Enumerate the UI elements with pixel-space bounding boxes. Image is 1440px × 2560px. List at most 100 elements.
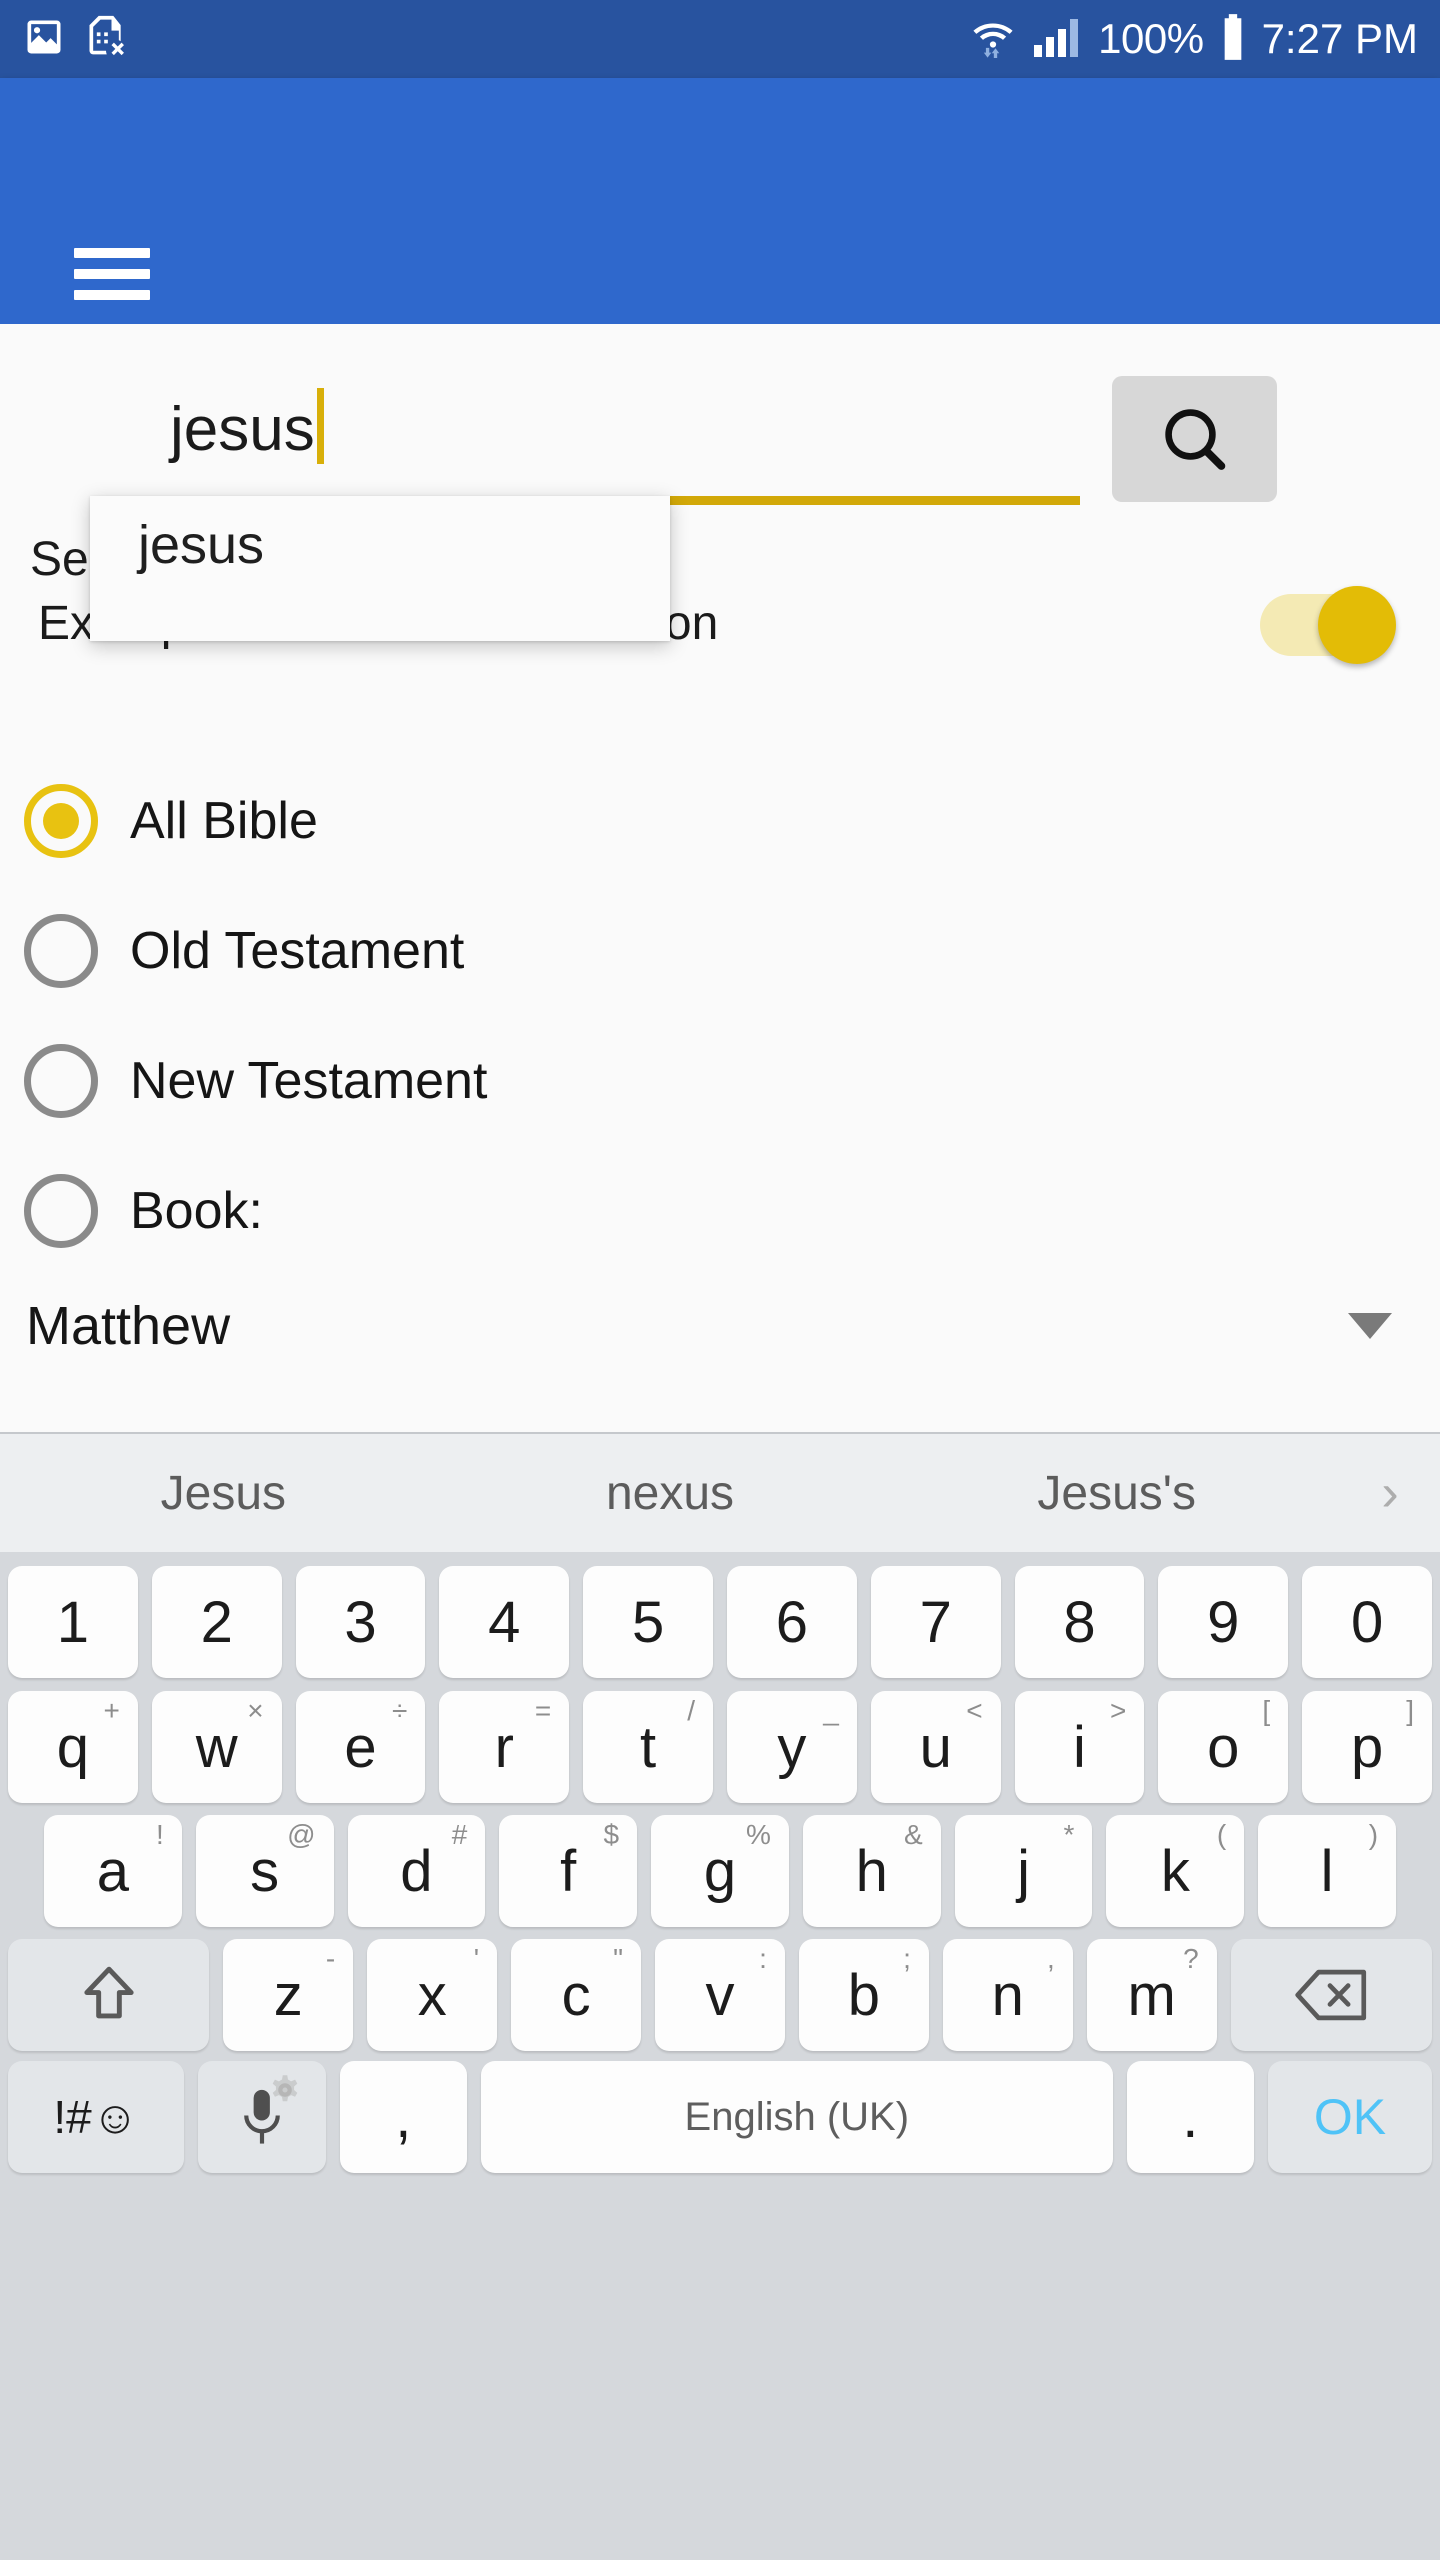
key-h[interactable]: & h bbox=[802, 1815, 941, 1927]
battery-full-icon bbox=[1218, 12, 1248, 67]
radio-new-testament[interactable]: New Testament bbox=[0, 1016, 1440, 1146]
key-alt: * bbox=[1063, 1819, 1075, 1850]
key-label: i bbox=[1073, 1714, 1086, 1780]
backspace-key[interactable] bbox=[1230, 1939, 1433, 2051]
chevron-right-icon[interactable]: › bbox=[1340, 1463, 1440, 1523]
book-select-value: Matthew bbox=[26, 1296, 231, 1356]
signal-bars-icon bbox=[1032, 12, 1084, 67]
suggestion-1[interactable]: Jesus bbox=[0, 1466, 447, 1521]
search-input-value: jesus bbox=[170, 395, 315, 464]
key-label: w bbox=[195, 1714, 238, 1780]
whole-word-toggle[interactable] bbox=[1260, 586, 1396, 664]
search-scope-radio-group: All Bible Old Testament New Testament Bo… bbox=[0, 756, 1440, 1276]
hamburger-menu-icon[interactable] bbox=[74, 248, 150, 300]
key-alt: ) bbox=[1368, 1819, 1379, 1850]
key-z[interactable]: -z bbox=[223, 1939, 354, 2051]
key-q[interactable]: + q bbox=[8, 1691, 138, 1803]
ok-key[interactable]: OK bbox=[1268, 2061, 1432, 2173]
suggestion-3[interactable]: Jesus's bbox=[893, 1466, 1340, 1521]
key-d[interactable]: # d bbox=[347, 1815, 486, 1927]
wifi-icon bbox=[968, 12, 1018, 67]
period-key[interactable]: . bbox=[1126, 2061, 1255, 2173]
key-alt: ; bbox=[903, 1943, 911, 1974]
key-alt: [ bbox=[1262, 1695, 1271, 1726]
radio-label: All Bible bbox=[130, 792, 318, 850]
key-l[interactable]: ) l bbox=[1258, 1815, 1397, 1927]
key-t[interactable]: / t bbox=[583, 1691, 713, 1803]
key-label: u bbox=[919, 1714, 952, 1780]
key-3[interactable]: 3 bbox=[295, 1566, 426, 1678]
key-y[interactable]: _ y bbox=[727, 1691, 857, 1803]
key-label: v bbox=[705, 1962, 735, 2028]
radio-button bbox=[24, 914, 98, 988]
key-p[interactable]: ] p bbox=[1302, 1691, 1432, 1803]
key-b[interactable]: ; b bbox=[798, 1939, 929, 2051]
key-4[interactable]: 4 bbox=[439, 1566, 570, 1678]
comma-key[interactable]: , bbox=[339, 2061, 468, 2173]
key-1[interactable]: 1 bbox=[8, 1566, 138, 1678]
radio-old-testament[interactable]: Old Testament bbox=[0, 886, 1440, 1016]
status-bar: 100% 7:27 PM bbox=[0, 0, 1440, 78]
key-k[interactable]: (k bbox=[1106, 1815, 1245, 1927]
key-j[interactable]: * j bbox=[954, 1815, 1093, 1927]
search-input[interactable]: jesus bbox=[170, 370, 1080, 505]
key-label: g bbox=[703, 1838, 737, 1904]
key-alt: ( bbox=[1216, 1819, 1227, 1850]
keyboard-row-qwerty: + q × w ÷ e = r / t _ y < u > i [o ] p bbox=[0, 1682, 1440, 1806]
key-alt: ? bbox=[1183, 1943, 1199, 1974]
key-u[interactable]: < u bbox=[870, 1691, 1001, 1803]
search-icon bbox=[1164, 409, 1225, 470]
book-select-spinner[interactable]: Matthew bbox=[0, 1264, 1440, 1388]
suggestion-2[interactable]: nexus bbox=[447, 1466, 894, 1521]
space-key[interactable]: English (UK) bbox=[481, 2061, 1113, 2173]
autocomplete-dropdown[interactable]: jesus bbox=[90, 496, 670, 641]
key-alt: ] bbox=[1406, 1695, 1414, 1726]
keyboard-row-numbers: 1 2 3 4 5 6 7 8 9 0 bbox=[0, 1552, 1440, 1682]
key-alt: - bbox=[325, 1943, 336, 1974]
key-c[interactable]: " c bbox=[511, 1939, 642, 2051]
key-v[interactable]: :v bbox=[655, 1939, 785, 2051]
key-label: t bbox=[640, 1714, 657, 1780]
key-g[interactable]: % g bbox=[651, 1815, 789, 1927]
key-f[interactable]: $ f bbox=[499, 1815, 638, 1927]
status-bar-system-icons: 100% 7:27 PM bbox=[968, 12, 1418, 67]
key-n[interactable]: ,n bbox=[942, 1939, 1073, 2051]
radio-all-bible[interactable]: All Bible bbox=[0, 756, 1440, 886]
radio-label: New Testament bbox=[130, 1052, 488, 1110]
key-alt: " bbox=[613, 1943, 624, 1974]
key-label: b bbox=[847, 1962, 881, 2028]
key-9[interactable]: 9 bbox=[1158, 1566, 1289, 1678]
search-button[interactable] bbox=[1112, 376, 1277, 502]
key-7[interactable]: 7 bbox=[870, 1566, 1001, 1678]
key-8[interactable]: 8 bbox=[1014, 1566, 1145, 1678]
voice-input-key[interactable] bbox=[198, 2061, 326, 2173]
autocomplete-item[interactable]: jesus bbox=[138, 514, 264, 576]
key-alt: = bbox=[534, 1695, 552, 1726]
app-bar bbox=[0, 78, 1440, 324]
shift-key[interactable] bbox=[7, 1939, 210, 2051]
key-label: j bbox=[1017, 1838, 1030, 1904]
symbols-key[interactable]: !#☺ bbox=[8, 2061, 185, 2173]
key-0[interactable]: 0 bbox=[1302, 1566, 1432, 1678]
key-s[interactable]: @ s bbox=[195, 1815, 334, 1927]
key-2[interactable]: 2 bbox=[151, 1566, 282, 1678]
key-a[interactable]: ! a bbox=[43, 1815, 182, 1927]
key-6[interactable]: 6 bbox=[727, 1566, 857, 1678]
key-5[interactable]: 5 bbox=[583, 1566, 713, 1678]
text-caret bbox=[316, 388, 324, 464]
key-e[interactable]: ÷ e bbox=[295, 1691, 426, 1803]
key-m[interactable]: ? m bbox=[1086, 1939, 1217, 2051]
radio-book[interactable]: Book: bbox=[0, 1146, 1440, 1276]
status-bar-notification-icons bbox=[22, 14, 128, 65]
key-w[interactable]: × w bbox=[151, 1691, 282, 1803]
key-o[interactable]: [o bbox=[1158, 1691, 1289, 1803]
keyboard-row-zxcv: -z ' x " c :v ; b ,n ? m bbox=[0, 1930, 1440, 2054]
app-screen: 100% 7:27 PM jesus Search bbox=[0, 0, 1440, 2560]
key-x[interactable]: ' x bbox=[367, 1939, 498, 2051]
key-alt: ' bbox=[473, 1943, 480, 1974]
key-label: z bbox=[273, 1962, 303, 2028]
key-label: h bbox=[855, 1838, 888, 1904]
key-i[interactable]: > i bbox=[1014, 1691, 1145, 1803]
radio-button bbox=[24, 1174, 98, 1248]
key-r[interactable]: = r bbox=[439, 1691, 570, 1803]
